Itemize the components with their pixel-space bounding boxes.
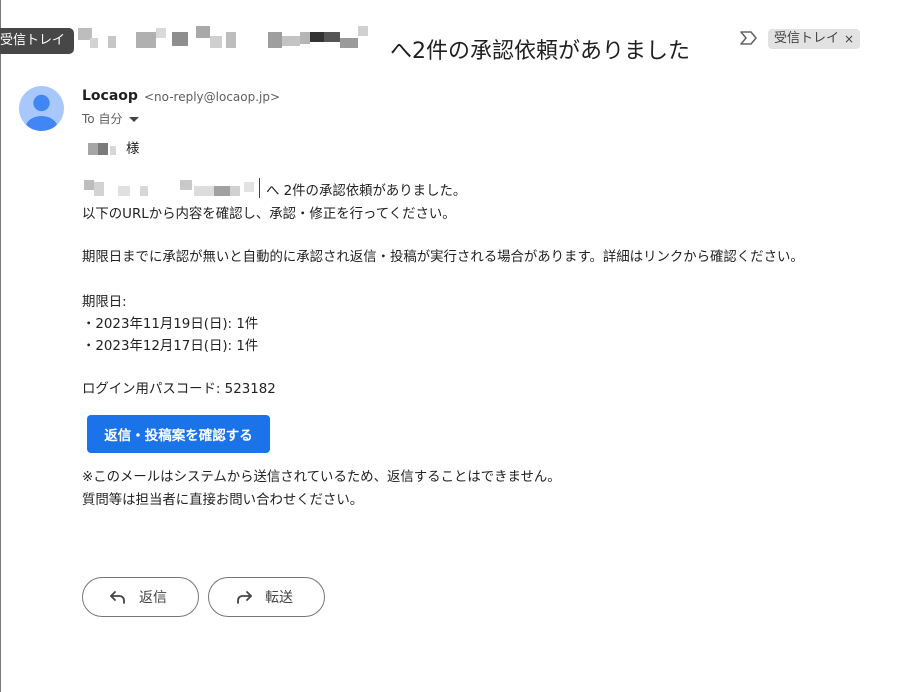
window-left-edge [0, 0, 1, 692]
footer-note-2: 質問等は担当者に直接お問い合わせください。 [82, 493, 364, 508]
email-subject: へ2件の承認依頼がありました [390, 38, 690, 64]
forward-arrow-icon [237, 591, 252, 604]
deadline-notice: 期限日までに承認が無いと自動的に承認され返信・投稿が実行される場合があります。詳… [82, 250, 804, 265]
forward-label: 転送 [265, 590, 293, 606]
footer-note-1: ※このメールはシステムから送信されているため、返信することはできません。 [82, 470, 561, 485]
intro-line-2: 以下のURLから内容を確認し、承認・修正を行ってください。 [82, 207, 456, 222]
deadline-item: ・2023年11月19日(日): 1件 [82, 317, 259, 332]
inbox-label-chip: 受信トレイ × [768, 29, 861, 49]
redacted-recipient-name [88, 140, 120, 160]
recipient-details-toggle[interactable]: To 自分 [82, 110, 140, 127]
inbox-label-text: 受信トレイ [0, 33, 66, 48]
redacted-sender-name [78, 18, 378, 54]
deadline-item: ・2023年12月17日(日): 1件 [82, 339, 259, 354]
greeting: 様 [126, 142, 140, 157]
label-arrow-icon[interactable] [739, 30, 759, 46]
login-passcode: ログイン用パスコード: 523182 [82, 382, 276, 397]
close-icon[interactable]: × [844, 29, 854, 49]
intro-line-1: へ 2件の承認依頼がありました。 [266, 184, 467, 199]
deadline-heading: 期限日: [82, 295, 127, 310]
reply-button[interactable]: 返信 [82, 577, 199, 617]
sender-email: <no-reply@locaop.jp> [144, 90, 281, 104]
chevron-down-icon [129, 117, 140, 122]
review-drafts-button[interactable]: 返信・投稿案を確認する [87, 415, 270, 453]
default-person-avatar-icon [19, 86, 64, 131]
sender-name[interactable]: Locaop [82, 88, 138, 104]
forward-button[interactable]: 転送 [208, 577, 325, 617]
reply-label: 返信 [139, 590, 167, 606]
redacted-organization-name [84, 178, 264, 200]
label-chip-text: 受信トレイ [774, 31, 840, 46]
inbox-label-tab[interactable]: 受信トレイ [0, 28, 75, 54]
reply-arrow-icon [110, 591, 125, 604]
recipient-label: To 自分 [82, 112, 123, 126]
